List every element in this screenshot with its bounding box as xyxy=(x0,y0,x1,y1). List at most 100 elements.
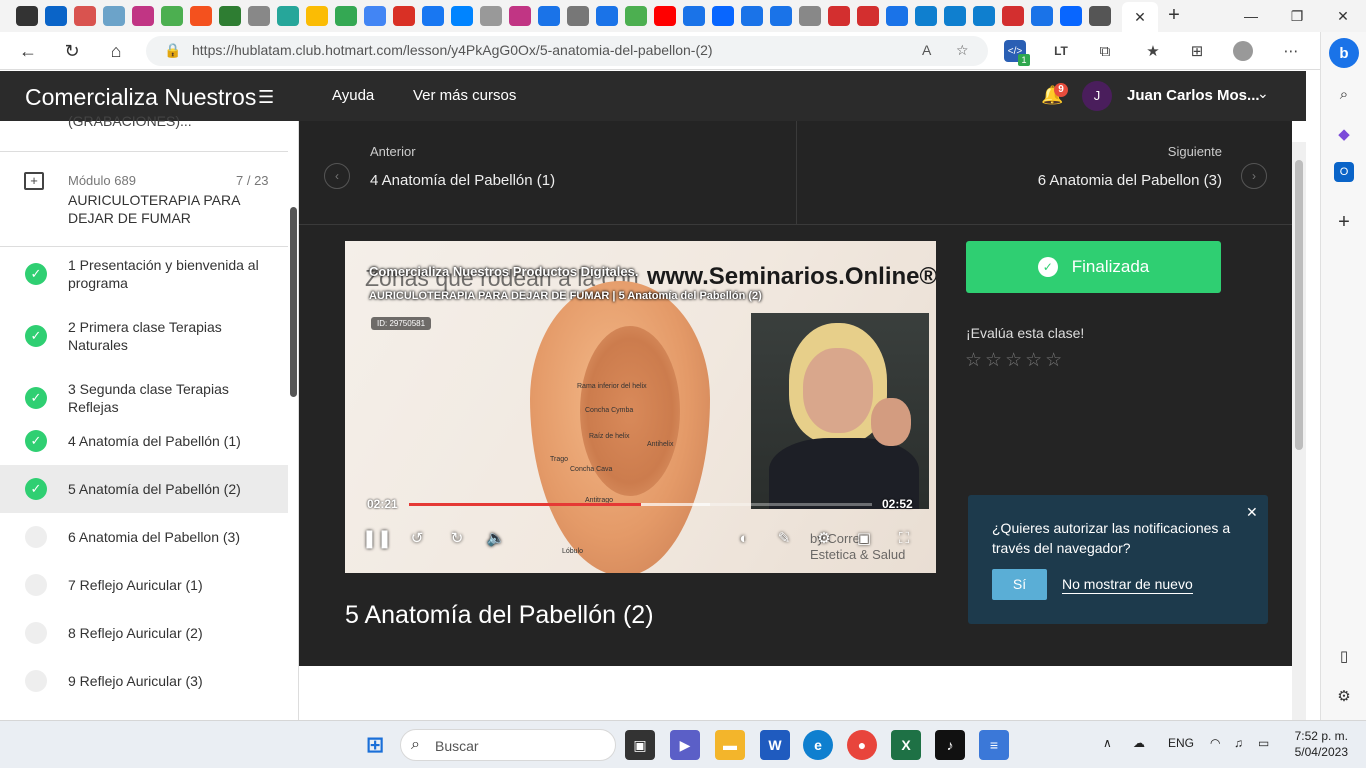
file-icon[interactable] xyxy=(480,6,502,26)
home-icon[interactable]: ⌂ xyxy=(102,38,130,64)
window-icon[interactable] xyxy=(16,6,38,26)
close-window-icon[interactable]: ✕ xyxy=(1320,0,1366,32)
refresh-icon[interactable]: ↻ xyxy=(58,38,86,64)
lesson-item[interactable]: ✓ 7 Reflejo Auricular (1) xyxy=(0,561,288,609)
meta-icon[interactable] xyxy=(712,6,734,26)
google-drive-icon[interactable] xyxy=(335,6,357,26)
feather-icon[interactable] xyxy=(248,6,270,26)
dont-show-again-link[interactable]: No mostrar de nuevo xyxy=(1062,576,1193,594)
volume-icon[interactable]: 🔈 xyxy=(484,526,508,550)
search-icon[interactable] xyxy=(683,6,705,26)
lesson-item[interactable]: ✓ 1 Presentación y bienvenida al programa xyxy=(0,243,288,305)
rewind-10-icon[interactable]: ↺ xyxy=(405,526,429,550)
tray-chevron-icon[interactable]: ∧ xyxy=(1103,736,1112,750)
notepad-icon[interactable]: ≡ xyxy=(979,730,1009,760)
lt-extension-icon[interactable]: LT xyxy=(1048,38,1074,64)
edge-icon[interactable]: e xyxy=(803,730,833,760)
username[interactable]: Juan Carlos Mos... xyxy=(1127,87,1260,104)
more-courses-link[interactable]: Ver más cursos xyxy=(413,87,516,104)
next-lesson-link[interactable]: 6 Anatomia del Pabellon (3) xyxy=(1038,172,1222,189)
page-scrollbar[interactable] xyxy=(1292,142,1306,720)
library-icon[interactable] xyxy=(74,6,96,26)
lesson-item[interactable]: ✓ 4 Anatomía del Pabellón (1) xyxy=(0,417,288,465)
search-icon[interactable] xyxy=(538,6,560,26)
add-icon[interactable]: + xyxy=(1332,210,1356,234)
bing-icon[interactable] xyxy=(915,6,937,26)
pdf-icon[interactable] xyxy=(393,6,415,26)
allow-button[interactable]: Sí xyxy=(992,569,1047,600)
settings-icon[interactable]: ⚙ xyxy=(1332,684,1356,708)
flag-icon[interactable] xyxy=(857,6,879,26)
finished-button[interactable]: ✓ Finalizada xyxy=(966,241,1221,293)
back-icon[interactable]: ← xyxy=(14,38,42,64)
play-icon[interactable] xyxy=(364,6,386,26)
robot-icon[interactable] xyxy=(1089,6,1111,26)
sidebar-scrollbar[interactable] xyxy=(290,207,297,397)
wifi-icon[interactable]: ◠ xyxy=(1210,736,1220,750)
favorite-add-icon[interactable]: ☆ xyxy=(956,42,969,59)
close-icon[interactable]: ✕ xyxy=(1246,504,1258,521)
chevron-down-icon[interactable]: ⌄ xyxy=(1257,85,1269,102)
profile-icon[interactable] xyxy=(1230,38,1256,64)
system-clock[interactable]: 7:52 p. m. 5/04/2023 xyxy=(1290,728,1348,760)
url-text[interactable]: https://hublatam.club.hotmart.com/lesson… xyxy=(192,42,713,58)
module-header[interactable]: + Módulo 689 7 / 23 AURICULOTERAPIA PARA… xyxy=(0,151,288,247)
word-icon[interactable]: W xyxy=(760,730,790,760)
chart-icon[interactable] xyxy=(625,6,647,26)
instagram-icon[interactable] xyxy=(509,6,531,26)
speaker-icon[interactable]: ♫ xyxy=(1234,736,1243,750)
lesson-item[interactable]: ✓ 6 Anatomia del Pabellon (3) xyxy=(0,513,288,561)
chat-icon[interactable] xyxy=(161,6,183,26)
progress-bar[interactable] xyxy=(409,503,872,506)
green-icon[interactable] xyxy=(219,6,241,26)
edge-icon[interactable] xyxy=(944,6,966,26)
avatar[interactable]: J xyxy=(1082,81,1112,111)
settings-icon[interactable]: ⚙ xyxy=(812,526,836,550)
fullscreen-icon[interactable]: ⛶ xyxy=(892,526,916,550)
youtube-icon[interactable] xyxy=(654,6,676,26)
outlook-icon[interactable]: O xyxy=(1334,162,1354,182)
meta-icon[interactable] xyxy=(1060,6,1082,26)
url-box[interactable]: 🔒 https://hublatam.club.hotmart.com/less… xyxy=(146,36,988,66)
prev-arrow-icon[interactable]: ‹ xyxy=(324,163,350,189)
tiktok-icon[interactable]: ♪ xyxy=(935,730,965,760)
chrome-icon[interactable]: ● xyxy=(847,730,877,760)
search-icon[interactable]: ⌕ xyxy=(1332,82,1356,106)
lesson-item[interactable]: ✓ 5 Anatomía del Pabellón (2) xyxy=(0,465,288,513)
teams-icon[interactable]: ▶ xyxy=(670,730,700,760)
search-icon[interactable] xyxy=(596,6,618,26)
messenger-icon[interactable] xyxy=(451,6,473,26)
next-arrow-icon[interactable]: › xyxy=(1241,163,1267,189)
restore-icon[interactable]: ❐ xyxy=(1274,0,1320,32)
extensions-icon[interactable]: ⧉ xyxy=(1092,38,1118,64)
language-indicator[interactable]: ENG xyxy=(1168,736,1194,750)
read-aloud-icon[interactable]: A xyxy=(922,42,931,58)
active-tab[interactable]: ✕ xyxy=(1122,2,1158,32)
search-icon[interactable] xyxy=(770,6,792,26)
doc-icon[interactable] xyxy=(277,6,299,26)
video-player[interactable]: Zonas que rodean a la con Rama inferior … xyxy=(345,241,936,573)
search-icon[interactable] xyxy=(741,6,763,26)
new-tab-button[interactable]: + xyxy=(1162,4,1186,28)
lesson-item[interactable]: ✓ 9 Reflejo Auricular (3) xyxy=(0,657,288,705)
task-view-icon[interactable]: ▣ xyxy=(625,730,655,760)
pause-icon[interactable]: ❚❚ xyxy=(362,526,392,550)
prev-lesson-link[interactable]: 4 Anatomía del Pabellón (1) xyxy=(370,172,555,189)
bing-icon[interactable]: b xyxy=(1329,38,1359,68)
favorites-icon[interactable]: ★ xyxy=(1140,38,1166,64)
instagram-icon[interactable] xyxy=(132,6,154,26)
outlook-icon[interactable] xyxy=(45,6,67,26)
onedrive-icon[interactable]: ☁ xyxy=(1133,736,1145,750)
swirl-icon[interactable] xyxy=(886,6,908,26)
close-tab-icon[interactable]: ✕ xyxy=(1134,9,1146,26)
lesson-item[interactable]: ✓ 8 Reflejo Auricular (2) xyxy=(0,609,288,657)
sidebar-toggle-icon[interactable]: ▯ xyxy=(1332,644,1356,668)
windows-start-icon[interactable]: ⊞ xyxy=(360,730,390,760)
avatar-icon[interactable] xyxy=(799,6,821,26)
forward-10-icon[interactable]: ↻ xyxy=(445,526,469,550)
scroll-thumb[interactable] xyxy=(1295,160,1303,450)
minimize-icon[interactable]: — xyxy=(1228,0,1274,32)
map-icon[interactable] xyxy=(567,6,589,26)
notes-icon[interactable]: ✎ xyxy=(772,526,796,550)
excel-icon[interactable]: X xyxy=(891,730,921,760)
